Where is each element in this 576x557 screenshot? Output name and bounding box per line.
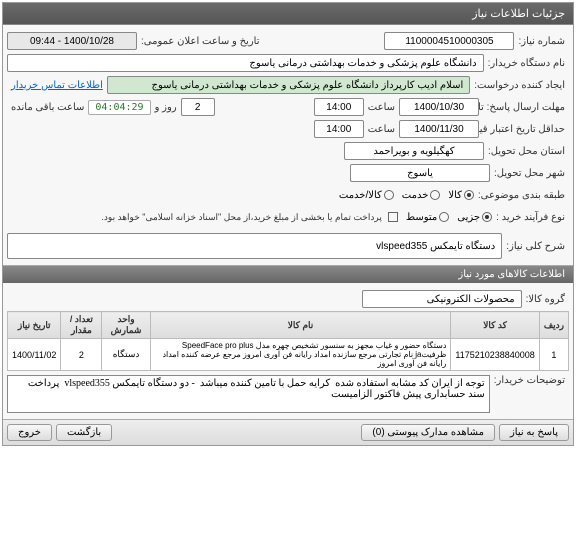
- back-button[interactable]: بازگشت: [56, 424, 112, 441]
- radio-service-label: خدمت: [402, 190, 429, 201]
- cell-name: دستگاه حضور و غیاب مجهز به سنسور تشخیص چ…: [150, 339, 451, 371]
- cell-code: 1175210238840008: [451, 339, 539, 371]
- validity-date: 1400/11/30: [399, 120, 479, 138]
- process-label: نوع فرآیند خرید :: [492, 212, 569, 223]
- deadline-date: 1400/10/30: [399, 98, 479, 116]
- check-treasury-label: پرداخت تمام یا بخشی از مبلغ خرید،از محل …: [97, 212, 385, 223]
- remain-label: ساعت باقی مانده: [7, 102, 88, 113]
- contact-link[interactable]: اطلاعات تماس خریدار: [7, 80, 107, 91]
- need-title-field: دستگاه تایمکس vlspeed355: [7, 233, 502, 259]
- validity-time: 14:00: [314, 120, 364, 138]
- countdown-timer: 04:04:29: [88, 100, 150, 115]
- validity-label: حداقل تاریخ اعتبار قیمت: تا تاریخ:: [479, 124, 569, 135]
- group-label: گروه کالا:: [522, 294, 569, 305]
- desc-field: [7, 375, 490, 413]
- subject-cls-label: طبقه بندی موضوعی:: [474, 190, 569, 201]
- col-name: نام کالا: [150, 312, 451, 339]
- radio-mid-label: متوسط: [406, 212, 437, 223]
- attachments-button[interactable]: مشاهده مدارک پیوستی (0): [361, 424, 495, 441]
- cell-unit: دستگاه: [102, 339, 150, 371]
- need-title-label: شرح کلی نیاز:: [502, 241, 569, 252]
- col-qty: تعداد / مقدار: [61, 312, 102, 339]
- province-field: کهگیلویه و بویراحمد: [344, 142, 484, 160]
- province-label: استان محل تحویل:: [484, 146, 569, 157]
- items-table: ردیف کد کالا نام کالا واحد شمارش تعداد /…: [7, 311, 569, 371]
- radio-goods-label: کالا: [448, 190, 462, 201]
- footer-toolbar: پاسخ به نیاز مشاهده مدارک پیوستی (0) باز…: [3, 419, 573, 445]
- buyer-field: دانشگاه علوم پزشکی و خدمات بهداشتی درمان…: [7, 54, 484, 72]
- radio-low[interactable]: جزیی: [457, 212, 492, 223]
- time-label-1: ساعت: [364, 102, 399, 113]
- radio-goods[interactable]: کالا: [448, 190, 474, 201]
- day-label: روز و: [151, 102, 181, 113]
- cell-date: 1400/11/02: [8, 339, 61, 371]
- cell-qty: 2: [61, 339, 102, 371]
- radio-both-label: کالا/خدمت: [339, 190, 382, 201]
- col-idx: ردیف: [539, 312, 568, 339]
- table-row[interactable]: 1 1175210238840008 دستگاه حضور و غیاب مج…: [8, 339, 569, 371]
- time-label-2: ساعت: [364, 124, 399, 135]
- col-date: تاریخ نیاز: [8, 312, 61, 339]
- buyer-label: نام دستگاه خریدار:: [484, 58, 569, 69]
- radio-both[interactable]: کالا/خدمت: [339, 190, 394, 201]
- announce-field: 1400/10/28 - 09:44: [7, 32, 137, 50]
- exit-button[interactable]: خروج: [7, 424, 52, 441]
- requester-label: ایجاد کننده درخواست:: [470, 80, 569, 91]
- respond-button[interactable]: پاسخ به نیاز: [499, 424, 569, 441]
- need-no-field: 1100004510000305: [384, 32, 514, 50]
- deadline-label: مهلت ارسال پاسخ: تا تاریخ:: [479, 102, 569, 113]
- city-label: شهر محل تحویل:: [490, 168, 569, 179]
- col-code: کد کالا: [451, 312, 539, 339]
- radio-low-label: جزیی: [457, 212, 480, 223]
- days-left: 2: [181, 98, 215, 116]
- col-unit: واحد شمارش: [102, 312, 150, 339]
- group-field: محصولات الکترونیکی: [362, 290, 522, 308]
- radio-service[interactable]: خدمت: [402, 190, 441, 201]
- cell-idx: 1: [539, 339, 568, 371]
- radio-mid[interactable]: متوسط: [406, 212, 449, 223]
- announce-label: تاریخ و ساعت اعلان عمومی:: [137, 36, 264, 47]
- need-no-label: شماره نیاز:: [514, 36, 569, 47]
- items-section-title: اطلاعات کالاهای مورد نیاز: [3, 265, 573, 283]
- requester-field: اسلام ادیب کارپرداز دانشگاه علوم پزشکی و…: [107, 76, 470, 94]
- deadline-time: 14:00: [314, 98, 364, 116]
- check-treasury[interactable]: پرداخت تمام یا بخشی از مبلغ خرید،از محل …: [97, 212, 397, 223]
- city-field: یاسوج: [350, 164, 490, 182]
- panel-title: جزئیات اطلاعات نیاز: [3, 3, 573, 25]
- desc-label: توضیحات خریدار:: [490, 375, 569, 386]
